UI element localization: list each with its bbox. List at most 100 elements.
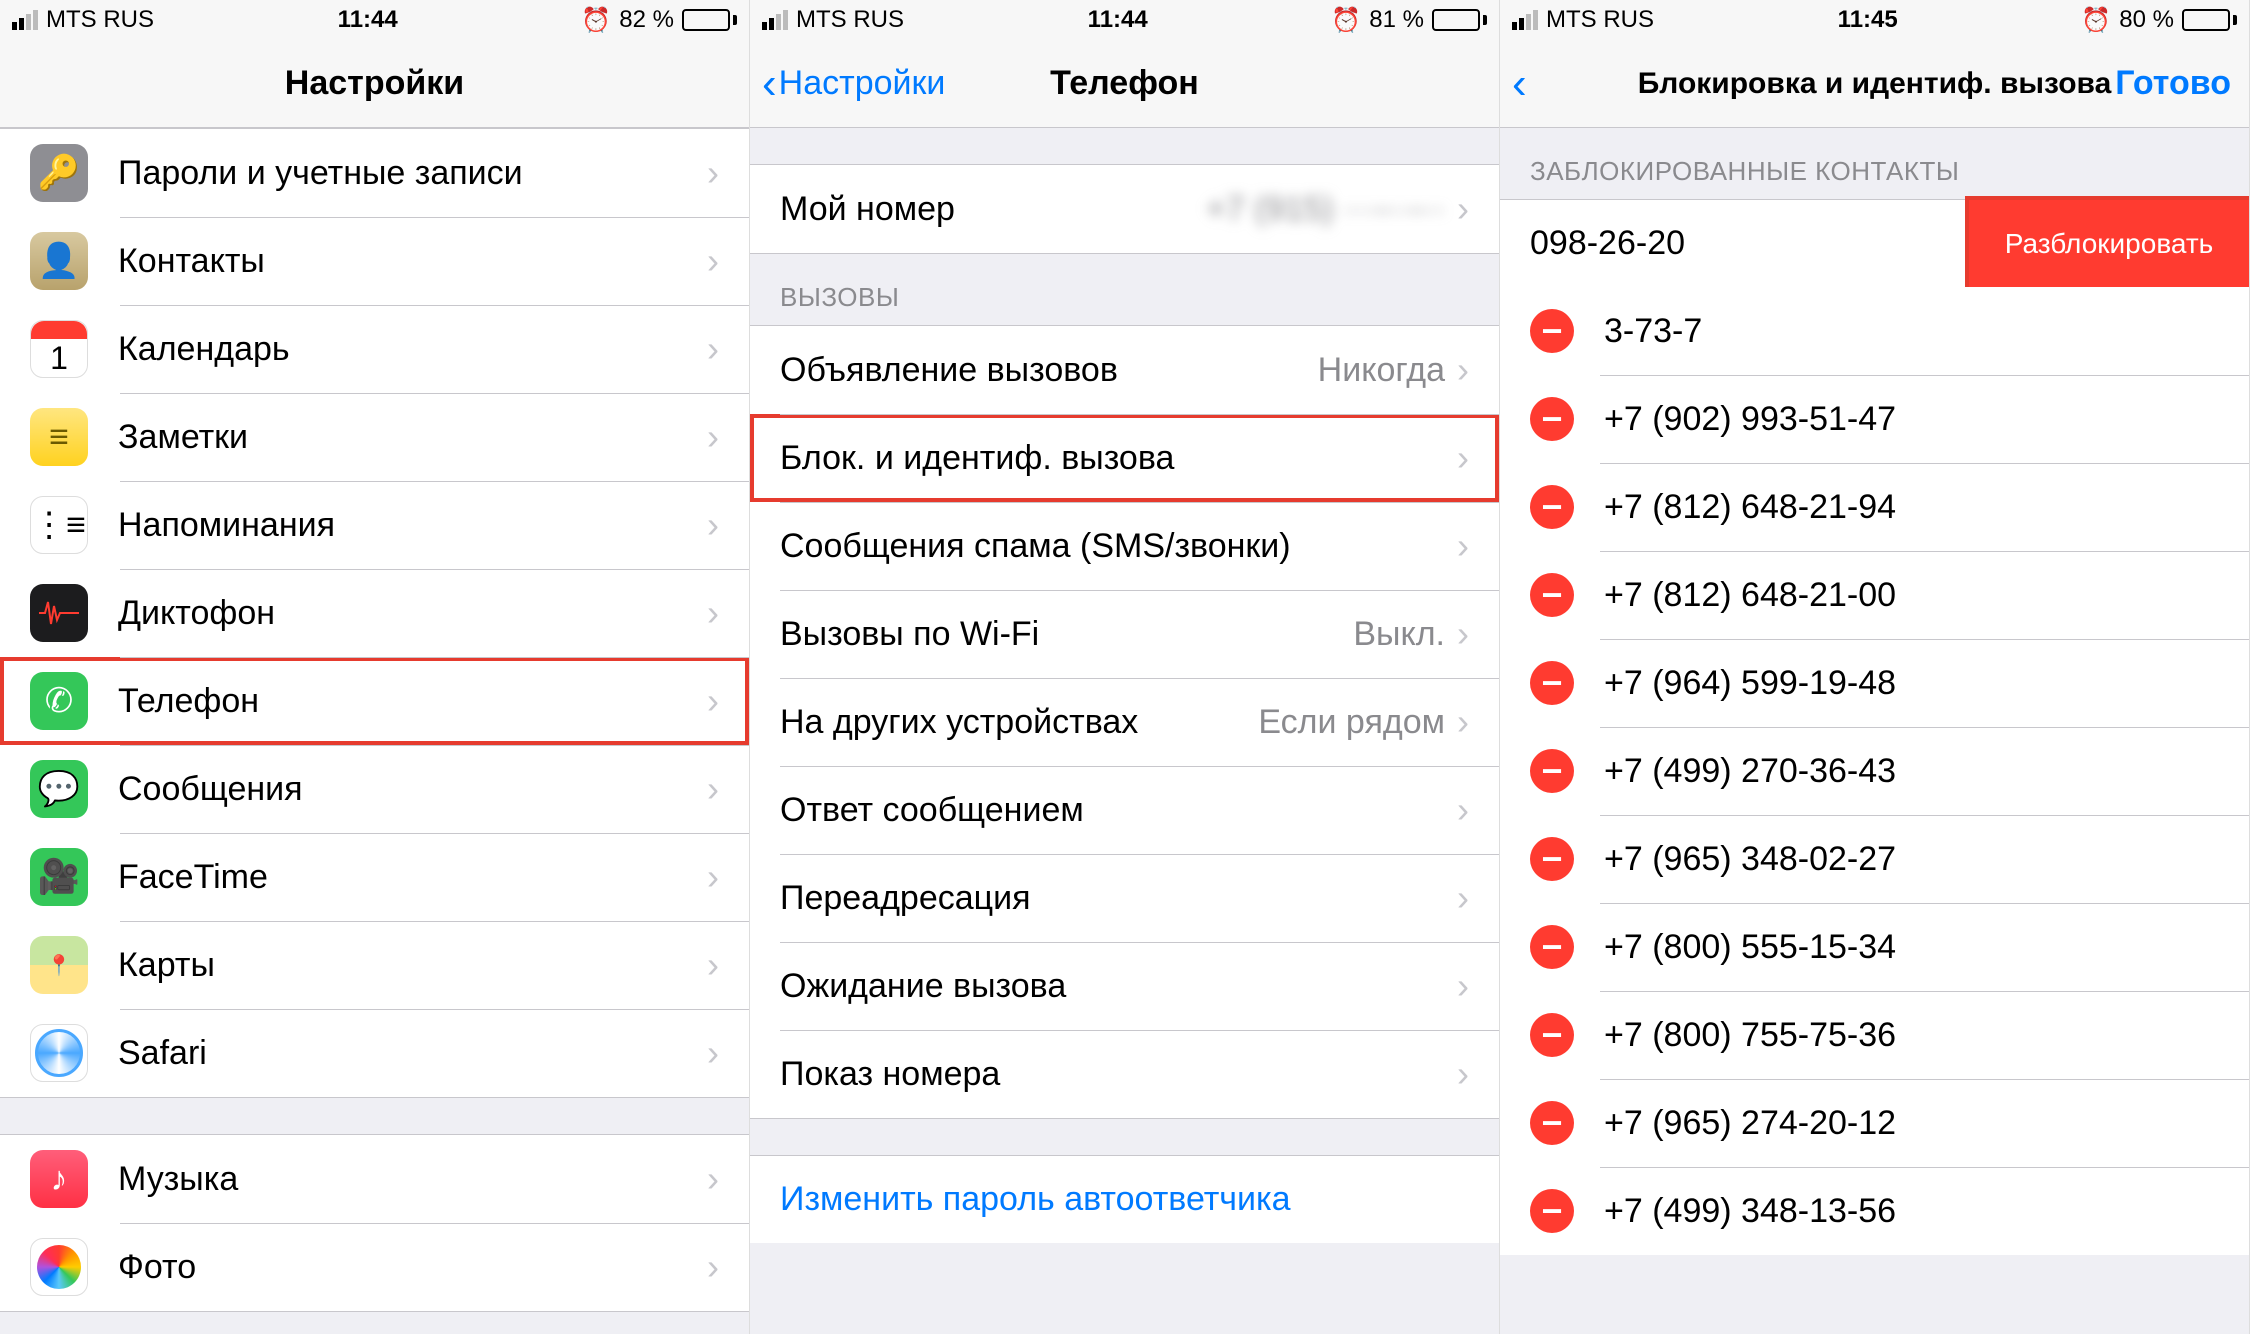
delete-icon[interactable]: −	[1530, 925, 1574, 969]
settings-row-maps[interactable]: 📍Карты›	[0, 921, 749, 1009]
blocked-contact-row-swiped[interactable]: 098-26-20 Разблокировать	[1500, 199, 2249, 287]
chevron-right-icon: ›	[707, 416, 719, 458]
delete-icon[interactable]: −	[1530, 485, 1574, 529]
nav-title: Телефон	[1050, 64, 1199, 103]
settings-row-safari[interactable]: Safari›	[0, 1009, 749, 1097]
blocked-number: +7 (902) 993-51-47	[1604, 400, 1896, 439]
signal-icon	[1512, 10, 1538, 30]
chevron-right-icon: ›	[707, 944, 719, 986]
signal-icon	[12, 10, 38, 30]
row-label: Карты	[118, 946, 707, 985]
delete-icon[interactable]: −	[1530, 1101, 1574, 1145]
phone-row-block[interactable]: Блок. и идентиф. вызова›	[750, 414, 1499, 502]
settings-row-reminders[interactable]: ⋮≡Напоминания›	[0, 481, 749, 569]
blocked-number: +7 (812) 648-21-94	[1604, 488, 1896, 527]
notes-icon: ≡	[30, 408, 88, 466]
status-time: 11:44	[1088, 6, 1148, 34]
delete-icon[interactable]: −	[1530, 749, 1574, 793]
settings-row-facetime[interactable]: 🎥FaceTime›	[0, 833, 749, 921]
settings-row-passwords[interactable]: 🔑Пароли и учетные записи›	[0, 129, 749, 217]
safari-icon	[30, 1024, 88, 1082]
row-label: Вызовы по Wi-Fi	[780, 615, 1353, 654]
chevron-right-icon: ›	[707, 328, 719, 370]
chevron-right-icon: ›	[707, 1246, 719, 1288]
phone-row-spam[interactable]: Сообщения спама (SMS/звонки)›	[750, 502, 1499, 590]
battery-pct: 80 %	[2119, 6, 2174, 34]
chevron-right-icon: ›	[1457, 349, 1469, 391]
row-label: Напоминания	[118, 506, 707, 545]
facetime-icon: 🎥	[30, 848, 88, 906]
settings-group-1: 🔑Пароли и учетные записи›👤Контакты›1Кале…	[0, 128, 749, 1098]
blocked-contact-row[interactable]: −+7 (812) 648-21-00	[1500, 551, 2249, 639]
blocked-contact-row[interactable]: −+7 (800) 755-75-36	[1500, 991, 2249, 1079]
phone-row-reply[interactable]: Ответ сообщением›	[750, 766, 1499, 854]
row-label: FaceTime	[118, 858, 707, 897]
blocked-contact-row[interactable]: −+7 (902) 993-51-47	[1500, 375, 2249, 463]
delete-icon[interactable]: −	[1530, 1013, 1574, 1057]
delete-icon[interactable]: −	[1530, 573, 1574, 617]
delete-icon[interactable]: −	[1530, 1189, 1574, 1233]
nav-bar: ‹ Блокировка и идентиф. вызова Готово	[1500, 40, 2249, 128]
settings-row-music[interactable]: ♪Музыка›	[0, 1135, 749, 1223]
row-label: Сообщения спама (SMS/звонки)	[780, 527, 1457, 566]
chevron-right-icon: ›	[1457, 1053, 1469, 1095]
delete-icon[interactable]: −	[1530, 397, 1574, 441]
settings-row-notes[interactable]: ≡Заметки›	[0, 393, 749, 481]
blocked-contact-row[interactable]: −+7 (964) 599-19-48	[1500, 639, 2249, 727]
blocked-number: +7 (800) 555-15-34	[1604, 928, 1896, 967]
phone-row-other[interactable]: На других устройствахЕсли рядом›	[750, 678, 1499, 766]
phone-row-wifi[interactable]: Вызовы по Wi-FiВыкл.›	[750, 590, 1499, 678]
phone-icon: ✆	[30, 672, 88, 730]
reminders-icon: ⋮≡	[30, 496, 88, 554]
phone-row-waiting[interactable]: Ожидание вызова›	[750, 942, 1499, 1030]
settings-row-messages[interactable]: 💬Сообщения›	[0, 745, 749, 833]
settings-row-voicememos[interactable]: Диктофон›	[0, 569, 749, 657]
row-label: Телефон	[118, 682, 707, 721]
blocked-contact-row[interactable]: −+7 (965) 348-02-27	[1500, 815, 2249, 903]
delete-icon[interactable]: −	[1530, 837, 1574, 881]
row-label: Диктофон	[118, 594, 707, 633]
chevron-right-icon: ›	[707, 1032, 719, 1074]
nav-back-button[interactable]: ‹ Настройки	[762, 62, 945, 106]
blocked-number: +7 (965) 274-20-12	[1604, 1104, 1896, 1143]
phone-row-callerid[interactable]: Показ номера›	[750, 1030, 1499, 1118]
blocked-contact-row[interactable]: −+7 (499) 348-13-56	[1500, 1167, 2249, 1255]
delete-icon[interactable]: −	[1530, 309, 1574, 353]
phone-row-forward[interactable]: Переадресация›	[750, 854, 1499, 942]
blocked-number: 3-73-7	[1604, 312, 1702, 351]
voice-memos-icon	[30, 584, 88, 642]
row-change-voicemail-password[interactable]: Изменить пароль автоответчика	[750, 1155, 1499, 1243]
row-my-number[interactable]: Мой номер +7 (915) ···-··-·· ›	[750, 165, 1499, 253]
settings-group-2: ♪Музыка›Фото›	[0, 1134, 749, 1312]
chevron-right-icon: ›	[1457, 701, 1469, 743]
unblock-button[interactable]: Разблокировать	[1969, 200, 2249, 287]
chevron-right-icon: ›	[707, 1158, 719, 1200]
settings-row-photos[interactable]: Фото›	[0, 1223, 749, 1311]
screen-settings: MTS RUS 11:44 ⏰ 82 % Настройки 🔑Пароли и…	[0, 0, 750, 1334]
chevron-left-icon: ‹	[762, 62, 777, 106]
screen-blocked-contacts: MTS RUS 11:45 ⏰ 80 % ‹ Блокировка и иден…	[1500, 0, 2250, 1334]
row-label: Ожидание вызова	[780, 967, 1457, 1006]
blocked-number: +7 (800) 755-75-36	[1604, 1016, 1896, 1055]
settings-row-calendar[interactable]: 1Календарь›	[0, 305, 749, 393]
chevron-right-icon: ›	[1457, 877, 1469, 919]
signal-icon	[762, 10, 788, 30]
blocked-contact-row[interactable]: −+7 (499) 270-36-43	[1500, 727, 2249, 815]
nav-bar: ‹ Настройки Телефон	[750, 40, 1499, 128]
delete-icon[interactable]: −	[1530, 661, 1574, 705]
blocked-contact-row[interactable]: −+7 (965) 274-20-12	[1500, 1079, 2249, 1167]
settings-row-contacts[interactable]: 👤Контакты›	[0, 217, 749, 305]
chevron-right-icon: ›	[1457, 789, 1469, 831]
row-label: Пароли и учетные записи	[118, 154, 707, 193]
blocked-contact-row[interactable]: −+7 (812) 648-21-94	[1500, 463, 2249, 551]
battery-pct: 81 %	[1369, 6, 1424, 34]
messages-icon: 💬	[30, 760, 88, 818]
settings-row-phone[interactable]: ✆Телефон›	[0, 657, 749, 745]
phone-row-announce[interactable]: Объявление вызововНикогда›	[750, 326, 1499, 414]
status-time: 11:45	[1838, 6, 1898, 34]
nav-back-button[interactable]: ‹	[1512, 62, 1529, 106]
blocked-contact-row[interactable]: −+7 (800) 555-15-34	[1500, 903, 2249, 991]
row-label: Safari	[118, 1034, 707, 1073]
blocked-contact-row[interactable]: −3-73-7	[1500, 287, 2249, 375]
nav-done-button[interactable]: Готово	[2115, 64, 2231, 103]
